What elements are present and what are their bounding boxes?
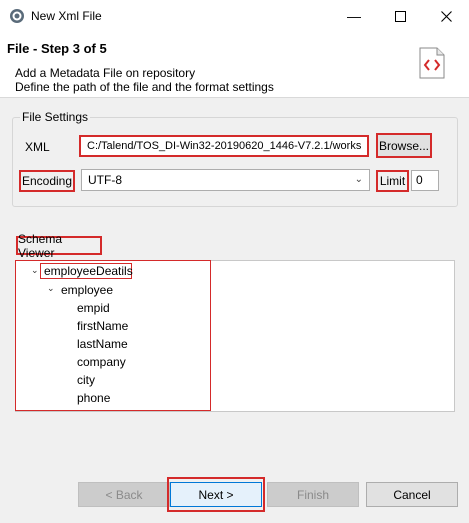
schema-viewer-label: Schema Viewer	[16, 232, 102, 260]
chevron-down-icon[interactable]: ⌄	[355, 170, 363, 190]
tree-field-node[interactable]: firstName	[77, 319, 128, 333]
xml-label: XML	[25, 140, 50, 154]
xml-path-input[interactable]: C:/Talend/TOS_DI-Win32-20190620_1446-V7.…	[79, 135, 369, 157]
app-icon	[10, 9, 24, 23]
maximize-icon[interactable]	[377, 0, 423, 32]
tree-field-node[interactable]: phone	[77, 391, 110, 405]
tree-field-node[interactable]: lastName	[77, 337, 128, 351]
window-title: New Xml File	[31, 9, 102, 23]
description-line-2: Define the path of the file and the form…	[15, 80, 274, 94]
step-title: File - Step 3 of 5	[7, 41, 107, 56]
xml-file-icon	[419, 47, 445, 79]
finish-button[interactable]: Finish	[267, 482, 359, 507]
close-icon[interactable]	[423, 0, 469, 32]
encoding-label: Encoding	[19, 170, 75, 192]
cancel-button[interactable]: Cancel	[366, 482, 458, 507]
back-button[interactable]: < Back	[78, 482, 170, 507]
file-settings-label: File Settings	[20, 110, 91, 124]
limit-input[interactable]: 0	[411, 170, 439, 191]
browse-button[interactable]: Browse...	[376, 133, 432, 158]
chevron-down-icon[interactable]: ⌄	[31, 265, 39, 276]
limit-label: Limit	[376, 170, 409, 192]
file-settings-group	[12, 117, 458, 207]
encoding-value: UTF-8	[88, 173, 122, 187]
tree-field-node[interactable]: empid	[77, 301, 110, 315]
tree-root-node[interactable]: employeeDeatils	[44, 264, 133, 278]
tree-field-node[interactable]: company	[77, 355, 126, 369]
next-button[interactable]: Next >	[170, 482, 262, 507]
tree-field-node[interactable]: city	[77, 373, 95, 387]
encoding-select[interactable]: UTF-8 ⌄	[81, 169, 370, 191]
chevron-down-icon[interactable]: ⌄	[47, 283, 55, 294]
description-line-1: Add a Metadata File on repository	[15, 66, 196, 80]
minimize-icon[interactable]: —	[331, 0, 377, 32]
tree-child-node[interactable]: employee	[61, 283, 113, 297]
